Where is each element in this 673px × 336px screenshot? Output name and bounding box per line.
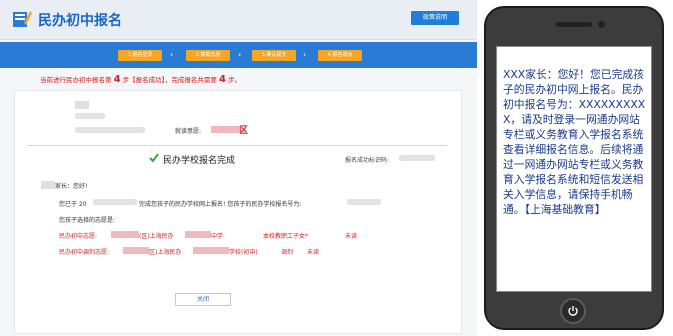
phone-mockup: XXX家长：您好！您已完成孩子的民办初中网上报名。民办初中报名号为：XXXXXX… bbox=[484, 6, 664, 330]
step-4: 4.报名成功 bbox=[318, 50, 362, 61]
close-button[interactable]: 关闭 bbox=[175, 293, 231, 306]
choice1-school-suffix: 中学 bbox=[211, 233, 224, 240]
step-1: 1.报名登录 bbox=[118, 50, 162, 61]
chevron-right-icon: › bbox=[238, 50, 242, 59]
status-suffix: 步。 bbox=[228, 76, 241, 84]
power-icon bbox=[568, 306, 578, 316]
choice1-label: 民办初中志愿: bbox=[59, 233, 98, 240]
blurred-district bbox=[211, 126, 239, 133]
blurred-reg-number bbox=[347, 199, 381, 205]
choice1-extra: 本校教职工子女* bbox=[263, 233, 309, 240]
step-3: 3.确认提交 bbox=[252, 50, 296, 61]
blurred-choice1-school bbox=[185, 231, 211, 238]
logo-icon bbox=[13, 11, 32, 27]
phone-top bbox=[486, 8, 662, 44]
policy-help-button[interactable]: 政策说明 bbox=[411, 11, 459, 25]
status-prefix: 当前进行民办初中报名第 bbox=[40, 76, 112, 84]
choice2-extra: 调剂 bbox=[281, 249, 294, 256]
success-message: 完成您孩子的民办学校网上报名! 您孩子的民办学校报名号为: bbox=[139, 201, 302, 208]
choice1-school-prefix: (区)上海民办 bbox=[139, 233, 174, 240]
page-title: 民办初中报名 bbox=[38, 13, 122, 29]
chevron-right-icon: › bbox=[170, 50, 174, 59]
district-label: 就读意愿: bbox=[175, 128, 202, 135]
blurred-text bbox=[75, 113, 105, 119]
speaker-icon bbox=[556, 22, 592, 27]
blurred-choice2-school bbox=[193, 247, 229, 254]
choice2-label: 民办初中调剂志愿: bbox=[59, 249, 110, 256]
choice2-school-suffix: 学校(初中) bbox=[229, 249, 258, 256]
choice1-read-status: 未读 bbox=[345, 233, 358, 240]
divider bbox=[27, 145, 447, 146]
completion-title: 民办学校报名完成 bbox=[163, 156, 236, 166]
phone-screen: XXX家长：您好！您已完成孩子的民办初中网上报名。民办初中报名号为：XXXXXX… bbox=[496, 46, 652, 292]
status-message: 当前进行民办初中报名第 4 步【报名成功】，完成报名共需要 4 步。 bbox=[40, 74, 241, 85]
total-steps-number: 4 bbox=[218, 74, 226, 85]
blurred-parent-name bbox=[41, 181, 55, 189]
district-value: 区 bbox=[239, 126, 249, 136]
registration-result-card: 就读意愿: 区 民办学校报名完成 报名成功标识码: 家长：您好! 您已于 20 … bbox=[14, 90, 462, 334]
check-icon bbox=[149, 153, 159, 163]
choice2-read-status: 未读 bbox=[307, 249, 320, 256]
top-header: 民办初中报名 政策说明 bbox=[0, 0, 477, 40]
step-2: 2.填报志愿 bbox=[186, 50, 230, 61]
greeting-text: 家长：您好! bbox=[55, 183, 88, 190]
blurred-id bbox=[399, 155, 435, 161]
blurred-date bbox=[93, 199, 137, 205]
current-step-number: 4 bbox=[113, 74, 121, 85]
blurred-name bbox=[75, 101, 89, 109]
chevron-right-icon: › bbox=[303, 50, 307, 59]
blurred-text bbox=[75, 127, 145, 133]
step-progress-bar: 1.报名登录 › 2.填报志愿 › 3.确认提交 › 4.报名成功 bbox=[0, 42, 477, 68]
web-page-panel: 民办初中报名 政策说明 1.报名登录 › 2.填报志愿 › 3.确认提交 › 4… bbox=[0, 0, 477, 336]
blurred-choice2-district bbox=[123, 247, 149, 254]
success-prefix: 您已于 20 bbox=[59, 201, 87, 208]
blurred-choice1-district bbox=[111, 231, 139, 238]
camera-icon bbox=[598, 21, 605, 28]
home-button[interactable] bbox=[560, 298, 586, 324]
status-middle: 步【报名成功】，完成报名共需要 bbox=[122, 76, 217, 84]
choice2-school-prefix: 区)上海民办 bbox=[149, 249, 182, 256]
sms-message: XXX家长：您好！您已完成孩子的民办初中网上报名。民办初中报名号为：XXXXXX… bbox=[503, 68, 646, 216]
choices-label: 您孩子选择的志愿是: bbox=[59, 217, 116, 224]
success-id-label: 报名成功标识码: bbox=[345, 157, 390, 164]
screenshot-root: 民办初中报名 政策说明 1.报名登录 › 2.填报志愿 › 3.确认提交 › 4… bbox=[0, 0, 673, 336]
